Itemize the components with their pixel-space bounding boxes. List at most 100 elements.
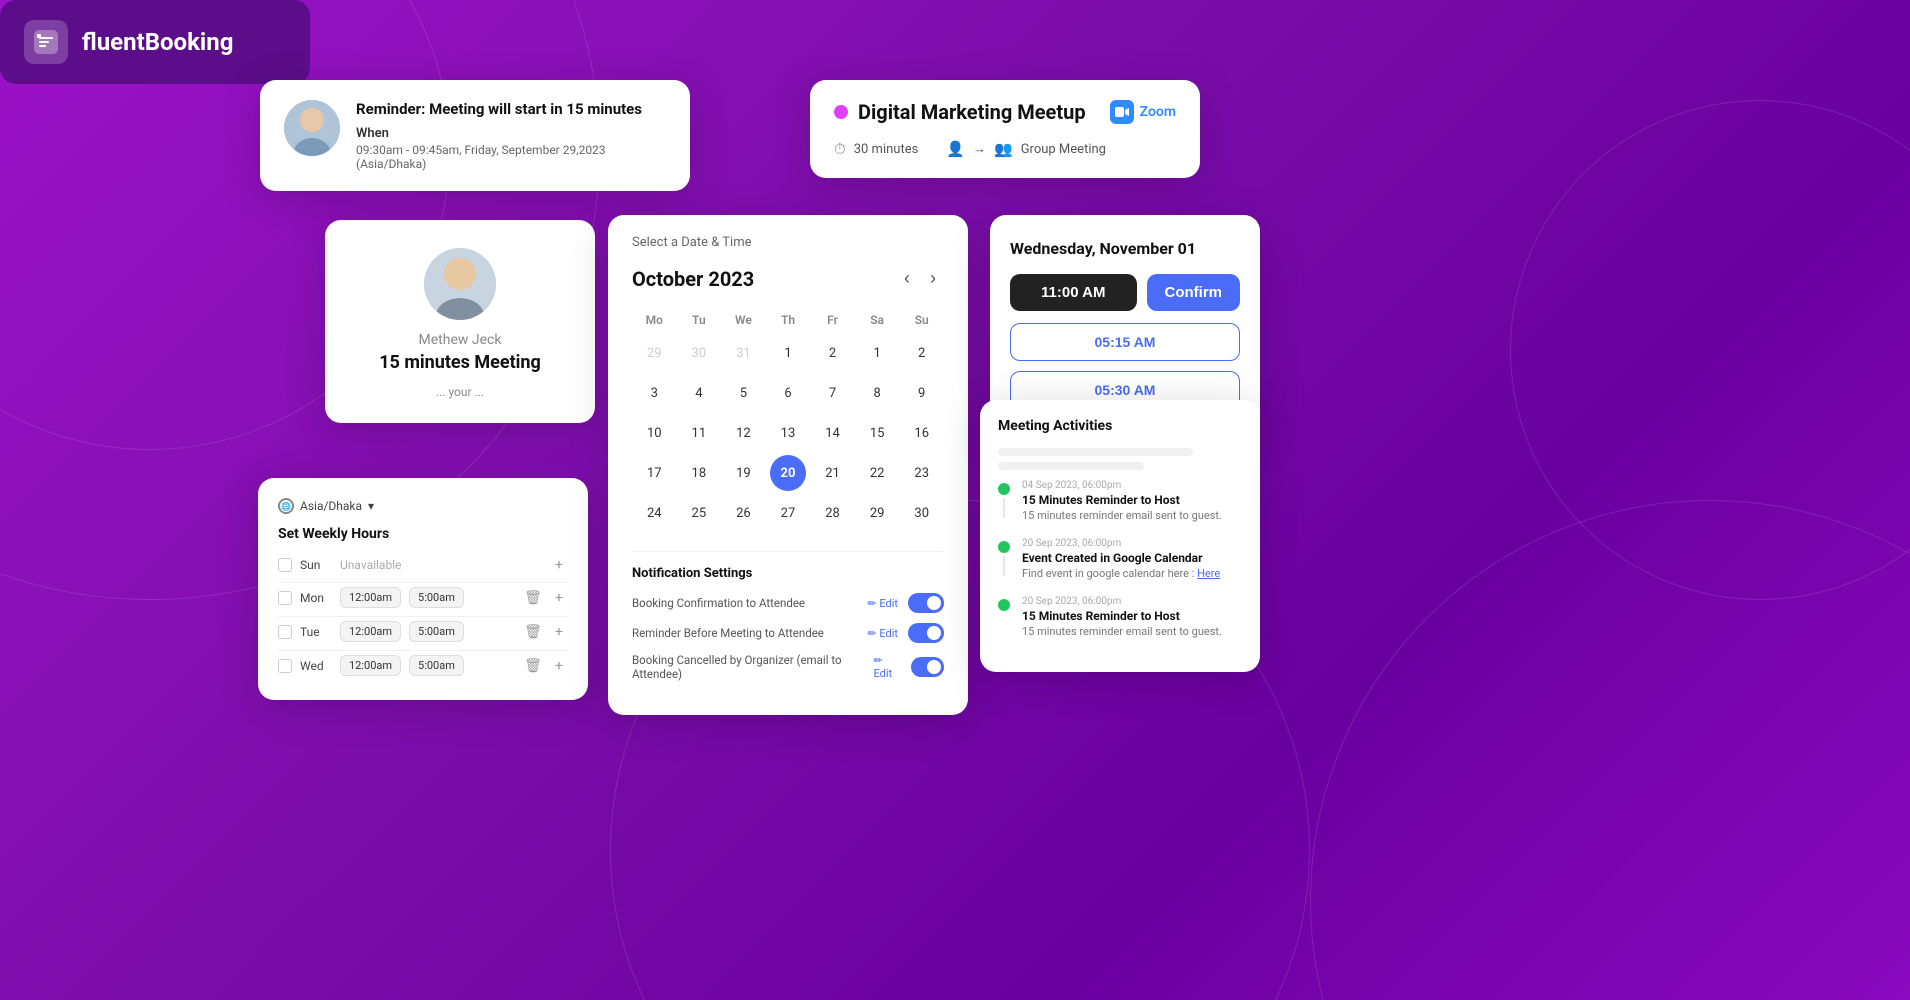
calendar-next-btn[interactable]: › [922,264,944,293]
hours-row-wed: Wed 12:00am 5:00am 🗑 + [278,655,568,676]
calendar-header-label: Select a Date & Time [632,235,944,250]
cal-day-20[interactable]: 16 [904,415,940,451]
cal-day-1: 30 [681,335,717,371]
meeting-host-name: Methew Jeck [419,332,502,348]
cal-day-18[interactable]: 14 [815,415,851,451]
tue-add-btn[interactable]: + [550,623,568,641]
logo-text-regular: fluent [82,28,145,56]
cal-day-7[interactable]: 3 [636,375,672,411]
notif-edit-1[interactable]: ✏ Edit [867,627,898,640]
cal-day-13[interactable]: 9 [904,375,940,411]
notif-toggle-2[interactable] [911,657,944,677]
cal-day-30[interactable]: 26 [725,495,761,531]
wed-day-label: Wed [300,659,332,673]
notif-label-0: Booking Confirmation to Attendee [632,596,805,610]
cal-day-0: 29 [636,335,672,371]
reminder-when-value: 09:30am - 09:45am, Friday, September 29,… [356,143,666,171]
mon-checkbox[interactable] [278,591,292,605]
notification-section: Notification Settings Booking Confirmati… [632,551,944,681]
cal-day-9[interactable]: 5 [725,375,761,411]
cal-day-32[interactable]: 28 [815,495,851,531]
calendar-card: Select a Date & Time October 2023 ‹ › Mo… [608,215,968,715]
cal-day-28[interactable]: 24 [636,495,672,531]
activity-dot-1 [998,541,1010,553]
cal-day-5[interactable]: 1 [859,335,895,371]
wed-end-time[interactable]: 5:00am [409,655,464,676]
zoom-icon [1110,100,1134,124]
cal-day-14[interactable]: 10 [636,415,672,451]
cal-day-31[interactable]: 27 [770,495,806,531]
tue-delete-btn[interactable]: 🗑 [524,623,542,641]
meeting-desc: ... your ... [436,385,484,399]
notif-toggle-1[interactable] [908,623,944,643]
cal-day-27[interactable]: 23 [904,455,940,491]
mon-end-time[interactable]: 5:00am [409,587,464,608]
cal-day-26[interactable]: 22 [859,455,895,491]
hours-row-sun: Sun Unavailable + [278,556,568,574]
cal-day-21[interactable]: 17 [636,455,672,491]
duration-meta: ⏱ 30 minutes [834,140,918,158]
cal-day-23[interactable]: 19 [725,455,761,491]
mon-start-time[interactable]: 12:00am [340,587,401,608]
activity-item-0: 04 Sep 2023, 06:00pm 15 Minutes Reminder… [998,480,1242,522]
mon-delete-btn[interactable]: 🗑 [524,589,542,607]
selected-time-btn[interactable]: 11:00 AM [1010,274,1137,311]
cal-day-22[interactable]: 18 [681,455,717,491]
cal-day-3[interactable]: 1 [770,335,806,371]
notif-toggle-0[interactable] [908,593,944,613]
cal-day-4[interactable]: 2 [815,335,851,371]
cal-day-19[interactable]: 15 [859,415,895,451]
cal-day-8[interactable]: 4 [681,375,717,411]
logo-text: fluentBooking [82,28,233,56]
cal-day-33[interactable]: 29 [859,495,895,531]
person-icon: 👤 [946,140,965,158]
notif-row-1: Reminder Before Meeting to Attendee ✏ Ed… [632,623,944,643]
cal-day-29[interactable]: 25 [681,495,717,531]
duration-label: 30 minutes [854,142,919,157]
timezone-icon: 🌐 [278,498,294,514]
sun-add-btn[interactable]: + [550,556,568,574]
activity-item-1: 20 Sep 2023, 06:00pm Event Created in Go… [998,538,1242,580]
cal-day-12[interactable]: 8 [859,375,895,411]
notif-row-2: Booking Cancelled by Organizer (email to… [632,653,944,681]
timezone-selector[interactable]: 🌐 Asia/Dhaka ▾ [278,498,568,514]
tue-checkbox[interactable] [278,625,292,639]
cal-day-34[interactable]: 30 [904,495,940,531]
cal-day-16[interactable]: 12 [725,415,761,451]
wed-delete-btn[interactable]: 🗑 [524,657,542,675]
wed-start-time[interactable]: 12:00am [340,655,401,676]
cal-day-11[interactable]: 7 [815,375,851,411]
cal-day-15[interactable]: 11 [681,415,717,451]
sun-checkbox[interactable] [278,558,292,572]
calendar-prev-btn[interactable]: ‹ [896,264,918,293]
meeting-host-avatar [424,248,496,320]
activity-item-2: 20 Sep 2023, 06:00pm 15 Minutes Reminder… [998,596,1242,638]
cal-day-10[interactable]: 6 [770,375,806,411]
cal-day-25[interactable]: 21 [815,455,851,491]
group-icon: 👥 [994,140,1013,158]
marketing-card: Digital Marketing Meetup Zoom ⏱ 30 minut… [810,80,1200,178]
wed-checkbox[interactable] [278,659,292,673]
activity-event-0: 15 Minutes Reminder to Host [1022,493,1222,507]
cal-header-fr: Fr [810,307,855,333]
cal-day-24[interactable]: 20 [770,455,806,491]
tue-end-time[interactable]: 5:00am [409,621,464,642]
reminder-title: Reminder: Meeting will start in 15 minut… [356,100,666,118]
activity-desc-2: 15 minutes reminder email sent to guest. [1022,625,1222,638]
tue-start-time[interactable]: 12:00am [340,621,401,642]
notification-title: Notification Settings [632,566,944,581]
notif-edit-0[interactable]: ✏ Edit [867,597,898,610]
cal-day-6[interactable]: 2 [904,335,940,371]
mon-add-btn[interactable]: + [550,589,568,607]
wed-add-btn[interactable]: + [550,657,568,675]
time-option-0[interactable]: 05:15 AM [1010,323,1240,361]
activities-card: Meeting Activities 04 Sep 2023, 06:00pm … [980,400,1260,672]
meeting-type-label: Group Meeting [1021,142,1106,157]
activity-link-1[interactable]: Here [1197,567,1220,580]
timezone-chevron: ▾ [368,499,374,513]
cal-header-sa: Sa [855,307,900,333]
reminder-when-label: When [356,126,666,141]
notif-edit-2[interactable]: ✏ Edit [874,654,902,680]
confirm-button[interactable]: Confirm [1147,274,1241,311]
cal-day-17[interactable]: 13 [770,415,806,451]
